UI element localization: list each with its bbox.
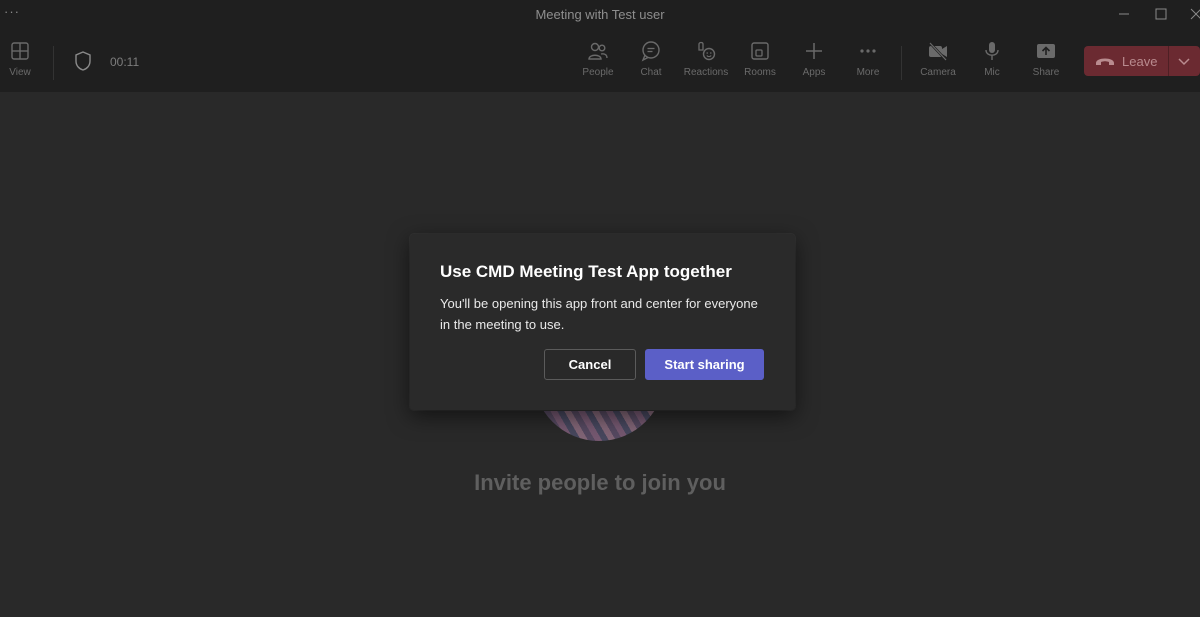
apps-label: Apps [802, 67, 826, 78]
dialog-body: You'll be opening this app front and cen… [440, 296, 758, 332]
reactions-label: Reactions [683, 67, 729, 78]
chat-icon [641, 41, 660, 62]
share-label: Share [1032, 67, 1060, 78]
leave-button[interactable]: Leave [1084, 46, 1200, 76]
invite-text: Invite people to join you [474, 470, 726, 495]
more-button[interactable]: More [841, 40, 895, 86]
minimize-icon[interactable] [1114, 4, 1134, 24]
title-bar: ··· Meeting with Test user [0, 0, 1200, 30]
toolbar-divider [901, 46, 902, 80]
meeting-timer: 00:11 [110, 55, 140, 69]
shield-icon[interactable] [73, 50, 93, 72]
chevron-down-icon[interactable] [1176, 54, 1192, 68]
close-icon[interactable] [1186, 4, 1200, 24]
start-sharing-button[interactable]: Start sharing [645, 349, 764, 380]
hang-up-icon [1096, 58, 1114, 65]
more-label: More [856, 67, 880, 78]
toolbar-divider [53, 46, 54, 80]
cancel-button[interactable]: Cancel [544, 349, 636, 380]
reactions-icon [698, 41, 716, 61]
camera-off-icon [929, 42, 947, 61]
mic-icon [985, 42, 999, 60]
share-app-dialog: Use CMD Meeting Test App together You'll… [410, 234, 795, 410]
rooms-icon [751, 42, 769, 60]
mic-label: Mic [984, 67, 1000, 78]
chat-label: Chat [640, 67, 662, 78]
chat-button[interactable]: Chat [624, 40, 678, 86]
plus-icon [806, 43, 822, 59]
more-icon [860, 49, 876, 53]
meeting-toolbar: View 00:11 People Chat Reactions Rooms A… [0, 30, 1200, 92]
maximize-icon[interactable] [1151, 4, 1171, 24]
people-button[interactable]: People [571, 40, 625, 86]
people-icon [588, 42, 608, 60]
share-button[interactable]: Share [1019, 40, 1073, 86]
grid-view-icon [11, 42, 29, 60]
share-icon [1037, 44, 1055, 58]
camera-label: Camera [920, 67, 956, 78]
view-label: View [9, 67, 31, 78]
view-button[interactable]: View [0, 40, 47, 86]
mic-button[interactable]: Mic [965, 40, 1019, 86]
leave-divider [1168, 46, 1169, 76]
reactions-button[interactable]: Reactions [679, 40, 733, 86]
rooms-button[interactable]: Rooms [733, 40, 787, 86]
window-title: Meeting with Test user [535, 7, 665, 22]
people-label: People [582, 67, 614, 78]
leave-label: Leave [1122, 53, 1158, 69]
dialog-title: Use CMD Meeting Test App together [440, 262, 732, 281]
rooms-label: Rooms [744, 67, 776, 78]
camera-button[interactable]: Camera [911, 40, 965, 86]
apps-button[interactable]: Apps [787, 40, 841, 86]
